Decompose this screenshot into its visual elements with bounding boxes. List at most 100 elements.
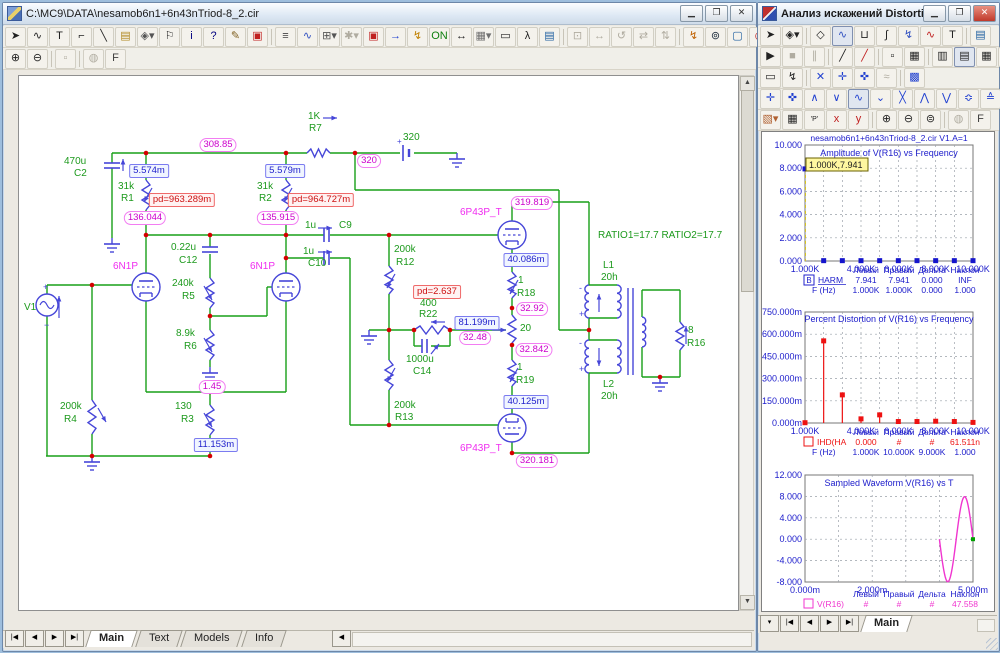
font-icon[interactable]: F [970, 110, 991, 130]
text-icon[interactable]: T [942, 26, 963, 46]
horizontal-scale-icon[interactable]: ⊔ [854, 26, 875, 46]
token-grid-icon[interactable]: ▦ [904, 47, 925, 67]
component-icon[interactable]: ∿ [27, 27, 48, 47]
info-icon[interactable]: i [181, 27, 202, 47]
analysis-minimize-button[interactable]: ▁ [923, 5, 946, 22]
zoom-out-icon[interactable]: ⊖ [27, 49, 48, 69]
slope-line-icon[interactable]: ╱ [832, 47, 853, 67]
hscroll-left-button[interactable]: ◀ [332, 630, 351, 647]
resize-grip[interactable] [986, 638, 998, 650]
go-left-icon[interactable]: ✛ [760, 89, 781, 109]
tab-models[interactable]: Models [180, 630, 243, 647]
maximize-button[interactable]: ❐ [705, 5, 728, 22]
performance-tag-icon[interactable]: ∿ [920, 26, 941, 46]
cursor-b-icon[interactable]: ✛ [832, 68, 853, 88]
page-last-button[interactable]: ▶| [65, 630, 84, 647]
select-icon[interactable]: ➤ [760, 26, 781, 46]
plot-drop-button[interactable]: ▾ [760, 615, 779, 632]
flat-icon[interactable]: ⌄ [870, 89, 891, 109]
node-numbers-icon[interactable]: ⊞▾ [319, 27, 340, 47]
page-next-button[interactable]: ▶ [45, 630, 64, 647]
stripes-horizontal-icon[interactable]: ▤ [954, 47, 975, 67]
plot-next-button[interactable]: ▶ [820, 615, 839, 632]
grid-both-icon[interactable]: ▦ [976, 47, 997, 67]
conditions-icon[interactable]: ON [429, 27, 450, 47]
scroll-up-button[interactable]: ▲ [740, 76, 755, 91]
find-part-icon[interactable]: ◈▾ [782, 26, 803, 46]
find-part-icon[interactable]: ◈▾ [137, 27, 158, 47]
analysis-close-button[interactable]: ✕ [973, 5, 996, 22]
properties-icon[interactable]: ▤ [539, 27, 560, 47]
schematic-vscrollbar[interactable]: ▲ ▼ [739, 75, 754, 611]
high-icon[interactable]: ⋀ [914, 89, 935, 109]
enable-region-icon[interactable]: ▣ [247, 27, 268, 47]
numeric-output-icon[interactable]: ▦ [782, 110, 803, 130]
node-voltages-icon[interactable]: ▣ [363, 27, 384, 47]
vertical-scale-icon[interactable]: ∫ [876, 26, 897, 46]
inflection-icon[interactable]: ∿ [848, 89, 869, 109]
font-icon[interactable]: F [105, 49, 126, 69]
envelope-icon[interactable]: ≎ [958, 89, 979, 109]
tab-info[interactable]: Info [241, 630, 287, 647]
y-dimension-icon[interactable]: y [848, 110, 869, 130]
zoom-auto-icon[interactable]: ⊜ [920, 110, 941, 130]
vscroll-thumb[interactable] [741, 90, 754, 292]
pin-leads-icon[interactable]: ↔ [451, 27, 472, 47]
cursor-mode-icon[interactable]: ∿ [832, 26, 853, 46]
global-minmax-icon[interactable]: ≙ [980, 89, 1000, 109]
go-right-icon[interactable]: ✜ [782, 89, 803, 109]
analysis-maximize-button[interactable]: ❐ [948, 5, 971, 22]
cross-icon[interactable]: ╳ [892, 89, 913, 109]
page-prev-button[interactable]: ◀ [25, 630, 44, 647]
graphics-icon[interactable]: ▤ [115, 27, 136, 47]
x-dimension-icon[interactable]: x [826, 110, 847, 130]
tab-text[interactable]: Text [135, 630, 183, 647]
close-button[interactable]: ✕ [730, 5, 753, 22]
run-icon[interactable]: ▶ [760, 47, 781, 67]
grid-icon[interactable]: ▦▾ [473, 27, 494, 47]
tab-main[interactable]: Main [85, 630, 138, 647]
cursor-values-icon[interactable]: 'P' [804, 110, 825, 130]
stripes-vertical-icon[interactable]: ▥ [932, 47, 953, 67]
schematic-canvas[interactable]: ++−-+-+ 470uC231kR131kR21KR73200.22uC122… [18, 75, 739, 611]
plot-last-button[interactable]: ▶| [840, 615, 859, 632]
wire-icon[interactable]: ⌐ [71, 27, 92, 47]
analysis-hscrollbar[interactable] [977, 619, 995, 632]
cursor-a-icon[interactable]: ✕ [810, 68, 831, 88]
title-block-icon[interactable]: λ [517, 27, 538, 47]
border-icon[interactable]: ▭ [495, 27, 516, 47]
pan-icon[interactable]: ◇ [810, 26, 831, 46]
zoom-out-icon[interactable]: ⊖ [898, 110, 919, 130]
data-points-icon[interactable]: ▫ [882, 47, 903, 67]
tangent-cursor-icon[interactable]: ↯ [782, 68, 803, 88]
peak-icon[interactable]: ∧ [804, 89, 825, 109]
analysis-tab-main[interactable]: Main [860, 615, 913, 632]
text-mode-icon[interactable]: ≡ [275, 27, 296, 47]
flag-icon[interactable]: ⚐ [159, 27, 180, 47]
single-axis-icon[interactable]: ▭ [760, 68, 781, 88]
cursor-both-icon[interactable]: ✜ [854, 68, 875, 88]
point-tag-icon[interactable]: ✎ [225, 27, 246, 47]
find-icon[interactable]: ⊚ [705, 27, 726, 47]
help-icon[interactable]: ? [203, 27, 224, 47]
page-first-button[interactable]: |◀ [5, 630, 24, 647]
select-icon[interactable]: ➤ [5, 27, 26, 47]
tangent-icon[interactable]: ↯ [898, 26, 919, 46]
diagonal-wire-icon[interactable]: ╲ [93, 27, 114, 47]
colors-icon[interactable]: ▧▾ [760, 110, 781, 130]
currents-icon[interactable]: → [385, 27, 406, 47]
scroll-down-button[interactable]: ▼ [740, 595, 755, 610]
minimize-button[interactable]: ▁ [680, 5, 703, 22]
probe-icon[interactable]: ▢ [727, 27, 748, 47]
zoom-in-icon[interactable]: ⊕ [5, 49, 26, 69]
text-icon[interactable]: T [49, 27, 70, 47]
schematic-hscrollbar[interactable] [352, 632, 752, 647]
plot-panel[interactable]: nesamob6n1+6n43nTriod-8_2.cir V1.A=110.0… [761, 131, 995, 612]
curve-mode-icon[interactable]: ∿ [297, 27, 318, 47]
plot-first-button[interactable]: |◀ [780, 615, 799, 632]
low-icon[interactable]: ⋁ [936, 89, 957, 109]
step-icon[interactable]: ↯ [683, 27, 704, 47]
plot-prev-button[interactable]: ◀ [800, 615, 819, 632]
powers-icon[interactable]: ↯ [407, 27, 428, 47]
slope-point-icon[interactable]: ╱ [854, 47, 875, 67]
